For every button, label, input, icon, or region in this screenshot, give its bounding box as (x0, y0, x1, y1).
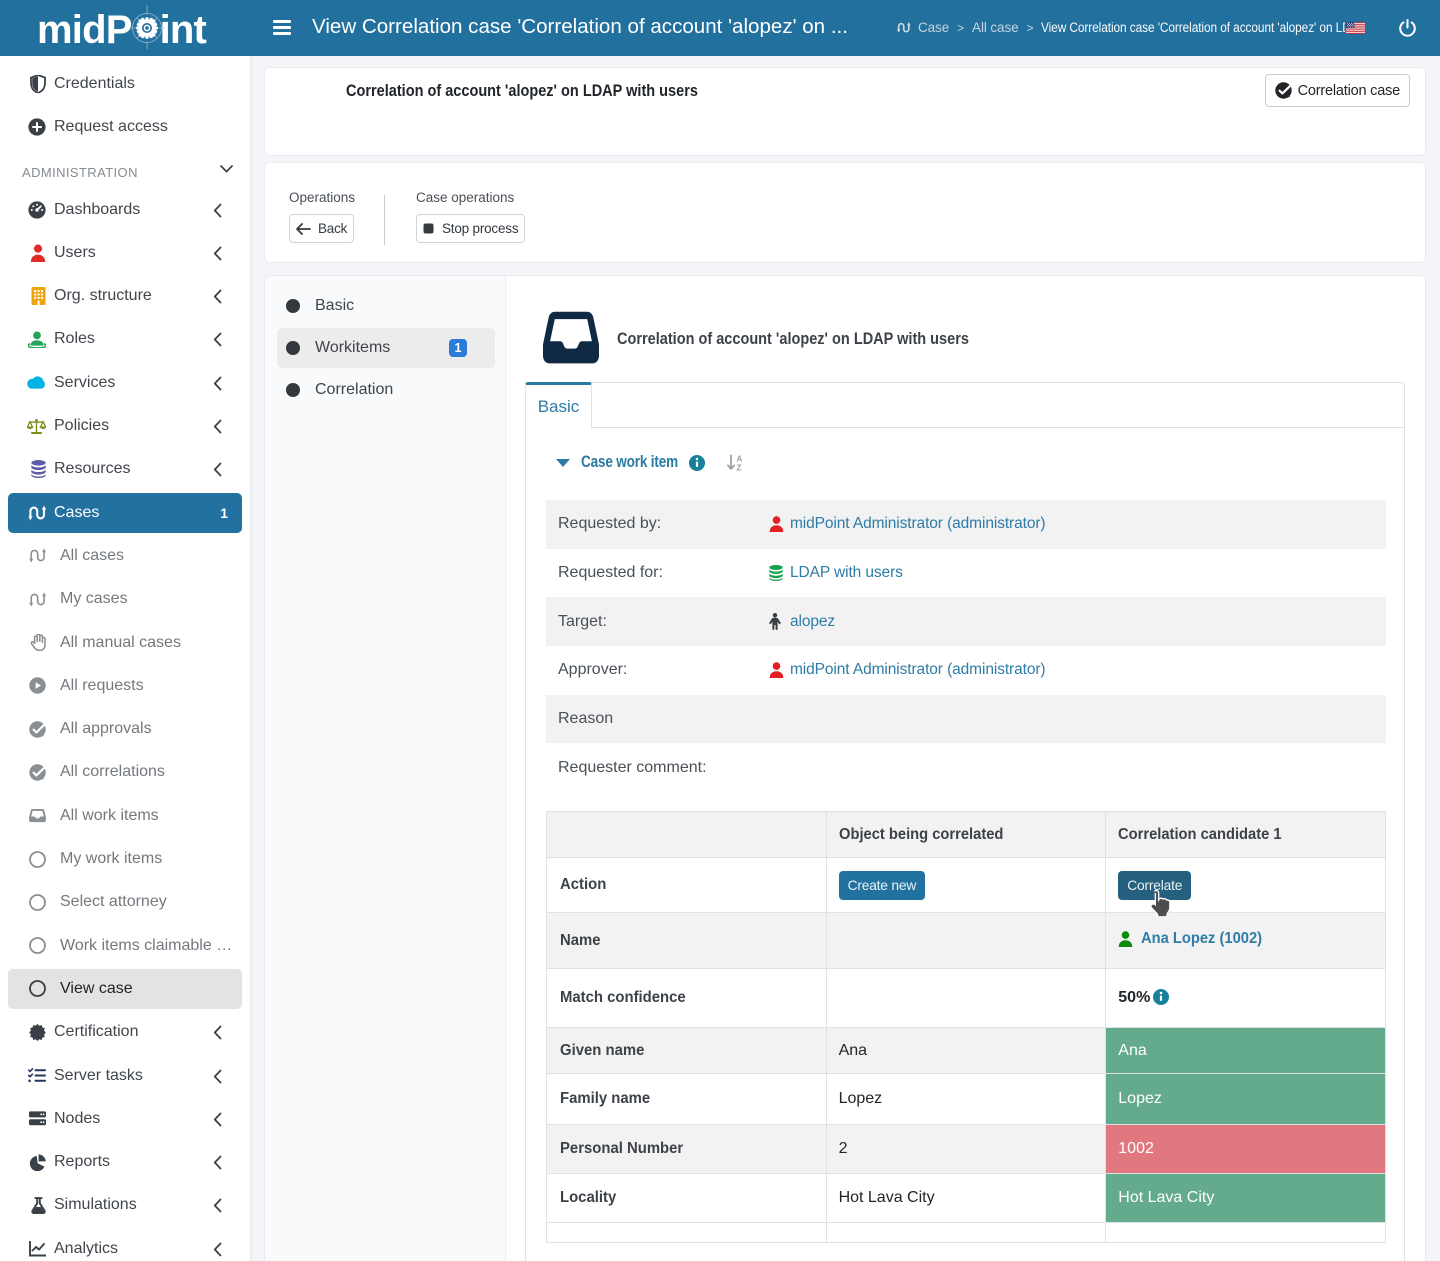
svg-text:Z: Z (737, 464, 742, 472)
svg-text:A: A (737, 455, 743, 464)
